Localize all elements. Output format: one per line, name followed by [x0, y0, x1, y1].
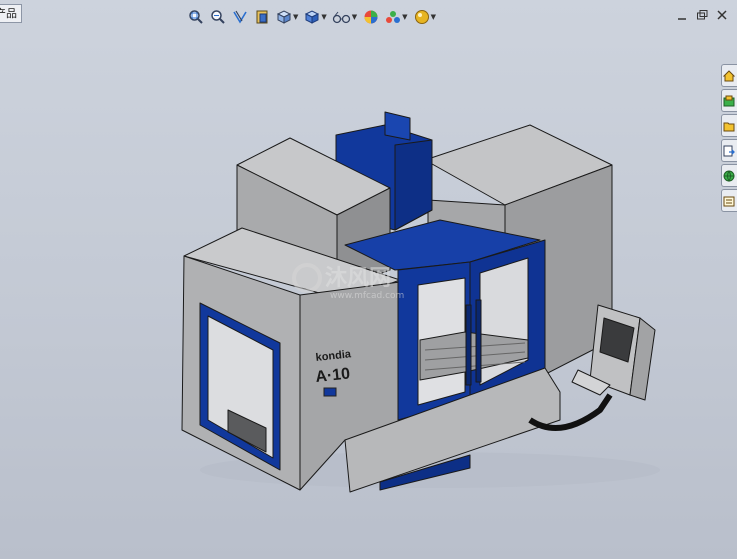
task-pane-tab-custom-properties[interactable] — [721, 189, 737, 212]
folder-icon — [723, 122, 735, 131]
door-handle-left[interactable] — [465, 304, 472, 386]
document-tab-label: 产品 — [0, 7, 17, 20]
hide-show-items-caret[interactable]: ▼ — [352, 13, 357, 21]
zoom-to-area-icon — [211, 10, 225, 24]
hide-show-items-button[interactable] — [331, 7, 353, 27]
edit-appearance-button[interactable] — [361, 7, 381, 27]
design-library-icon — [723, 95, 735, 106]
section-view-icon — [256, 10, 268, 24]
heads-up-view-toolbar: ▼ ▼ ▼ ▼ ▼ — [186, 6, 438, 28]
watermark-url: www.mfcad.com — [330, 291, 404, 301]
minimize-icon — [678, 18, 686, 20]
apply-scene-caret[interactable]: ▼ — [402, 13, 407, 21]
graphics-viewport[interactable]: kondia A·10 沐风网 www.mfcad.com — [0, 0, 737, 559]
task-pane-tab-design-library[interactable] — [721, 89, 737, 112]
zoom-to-fit-button[interactable] — [186, 7, 206, 27]
zoom-to-fit-icon — [189, 10, 203, 24]
view-palette-icon — [723, 145, 735, 156]
view-orientation-button[interactable] — [274, 7, 294, 27]
zoom-to-area-button[interactable] — [208, 7, 228, 27]
apply-scene-icon — [386, 11, 401, 23]
view-settings-button[interactable] — [412, 7, 432, 27]
task-pane-tab-appearances[interactable] — [721, 164, 737, 187]
restore-icon — [697, 10, 708, 20]
spindle-column-side — [394, 139, 433, 231]
door-handle-right[interactable] — [475, 299, 482, 383]
previous-view-icon — [233, 10, 247, 24]
task-pane-tab-file-explorer[interactable] — [721, 114, 737, 137]
custom-properties-icon — [723, 196, 735, 206]
view-settings-icon — [414, 10, 429, 24]
display-style-caret[interactable]: ▼ — [321, 13, 326, 21]
view-orientation-caret[interactable]: ▼ — [293, 13, 298, 21]
watermark-title: 沐风网 — [325, 266, 391, 291]
view-orientation-icon — [276, 10, 292, 24]
model-logo-badge — [323, 387, 337, 397]
document-tab[interactable]: 产品 — [0, 4, 22, 23]
task-pane-tab-resources[interactable] — [721, 64, 737, 87]
window-controls — [675, 9, 729, 21]
home-icon — [723, 69, 735, 81]
section-view-button[interactable] — [252, 7, 272, 27]
cnc-machine-model[interactable] — [181, 111, 656, 493]
close-button[interactable] — [715, 9, 729, 21]
restore-button[interactable] — [695, 9, 709, 21]
task-pane-tabs — [721, 64, 737, 212]
glasses-icon — [332, 11, 350, 24]
appearances-globe-icon — [723, 170, 735, 182]
close-icon — [717, 10, 727, 20]
display-style-icon — [305, 10, 320, 24]
spindle-motor — [384, 111, 411, 141]
minimize-button[interactable] — [675, 9, 689, 21]
view-settings-caret[interactable]: ▼ — [431, 13, 436, 21]
previous-view-button[interactable] — [230, 7, 250, 27]
appearance-ball-icon — [364, 10, 378, 24]
display-style-button[interactable] — [302, 7, 322, 27]
task-pane-tab-view-palette[interactable] — [721, 139, 737, 162]
apply-scene-button[interactable] — [383, 7, 403, 27]
model-name-label: A·10 — [315, 365, 351, 386]
